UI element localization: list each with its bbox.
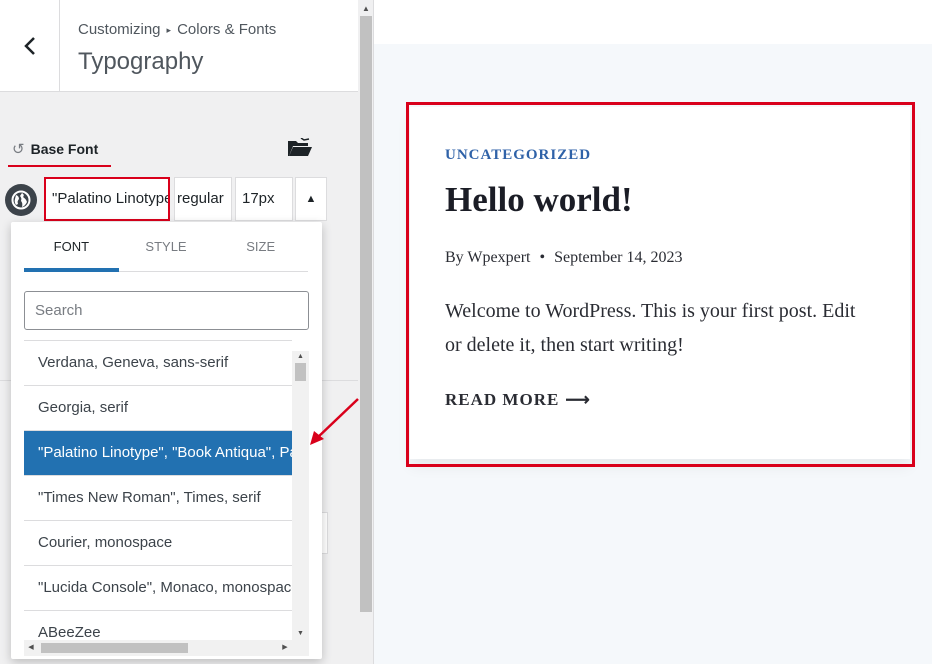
scroll-up-icon[interactable]: ▲ [292,351,309,363]
scroll-thumb[interactable] [360,16,372,612]
base-font-label: Base Font [30,141,99,157]
breadcrumb-separator-icon: ▸ [166,25,172,35]
scroll-thumb[interactable] [41,643,188,653]
post-category-link[interactable]: UNCATEGORIZED [445,147,591,164]
collapse-caret-icon[interactable]: ▲ [295,177,327,221]
arrow-right-icon: ⟶ [565,390,591,409]
font-picker-tabs: FONT STYLE SIZE [24,222,308,272]
read-more-label: READ MORE [445,390,560,409]
font-size-field[interactable]: 17px [235,177,293,221]
font-option[interactable]: Courier, monospace [24,521,292,566]
tab-size[interactable]: SIZE [213,222,308,271]
breadcrumb: Customizing ▸ Colors & Fonts [78,21,276,38]
site-preview: UNCATEGORIZED Hello world! By Wpexpert • S… [374,0,932,664]
tab-font[interactable]: FONT [24,222,119,272]
scroll-right-icon[interactable]: ▶ [278,640,292,656]
annotation-underline [8,165,111,167]
scroll-left-icon[interactable]: ◀ [24,640,38,656]
font-option[interactable]: Verdana, Geneva, sans-serif [24,341,292,386]
post-excerpt: Welcome to WordPress. This is your first… [445,300,856,356]
font-option[interactable]: "Times New Roman", Times, serif [24,476,292,521]
panel-header: Customizing ▸ Colors & Fonts Typography [0,0,358,92]
sidebar-scrollbar[interactable]: ▲ [358,0,373,664]
font-option[interactable]: ABeeZee [24,611,292,640]
customizer-sidebar: Customizing ▸ Colors & Fonts Typography ↺ … [0,0,374,664]
font-list: Verdana, Geneva, sans-serif Georgia, ser… [24,340,292,640]
chevron-left-icon [23,37,35,55]
scroll-thumb[interactable] [295,363,306,381]
annotation-arrow-icon [310,398,359,445]
read-more-link[interactable]: READ MORE ⟶ [445,390,591,410]
tab-style[interactable]: STYLE [119,222,214,271]
post-author[interactable]: By Wpexpert [445,249,530,266]
post-title-link[interactable]: Hello world! [445,180,633,220]
font-option-selected[interactable]: "Palatino Linotype", "Book Antiqua", Pal… [24,431,292,476]
font-list-horizontal-scrollbar[interactable]: ◀ ▶ [24,640,309,656]
post-date[interactable]: September 14, 2023 [554,249,682,266]
font-family-field[interactable]: "Palatino Linotype" [44,177,170,221]
base-font-heading: ↺ Base Font [12,140,98,158]
font-weight-field[interactable]: regular [174,177,232,221]
breadcrumb-root: Customizing [78,21,161,38]
globe-icon[interactable] [5,184,37,216]
page-title: Typography [78,48,204,75]
font-option[interactable]: "Lucida Console", Monaco, monospace [24,566,292,611]
reset-icon[interactable]: ↺ [12,140,25,158]
meta-separator: • [539,249,546,266]
folder-open-icon[interactable] [287,137,313,163]
scroll-up-icon[interactable]: ▲ [358,0,373,16]
back-button[interactable] [0,0,60,92]
breadcrumb-section: Colors & Fonts [177,21,277,38]
font-option[interactable]: Georgia, serif [24,386,292,431]
post-meta: By Wpexpert • September 14, 2023 [445,249,683,267]
font-search-input[interactable] [24,291,309,330]
font-picker-dropdown: FONT STYLE SIZE Verdana, Geneva, sans-se… [11,222,322,659]
scroll-down-icon[interactable]: ▼ [292,628,309,640]
